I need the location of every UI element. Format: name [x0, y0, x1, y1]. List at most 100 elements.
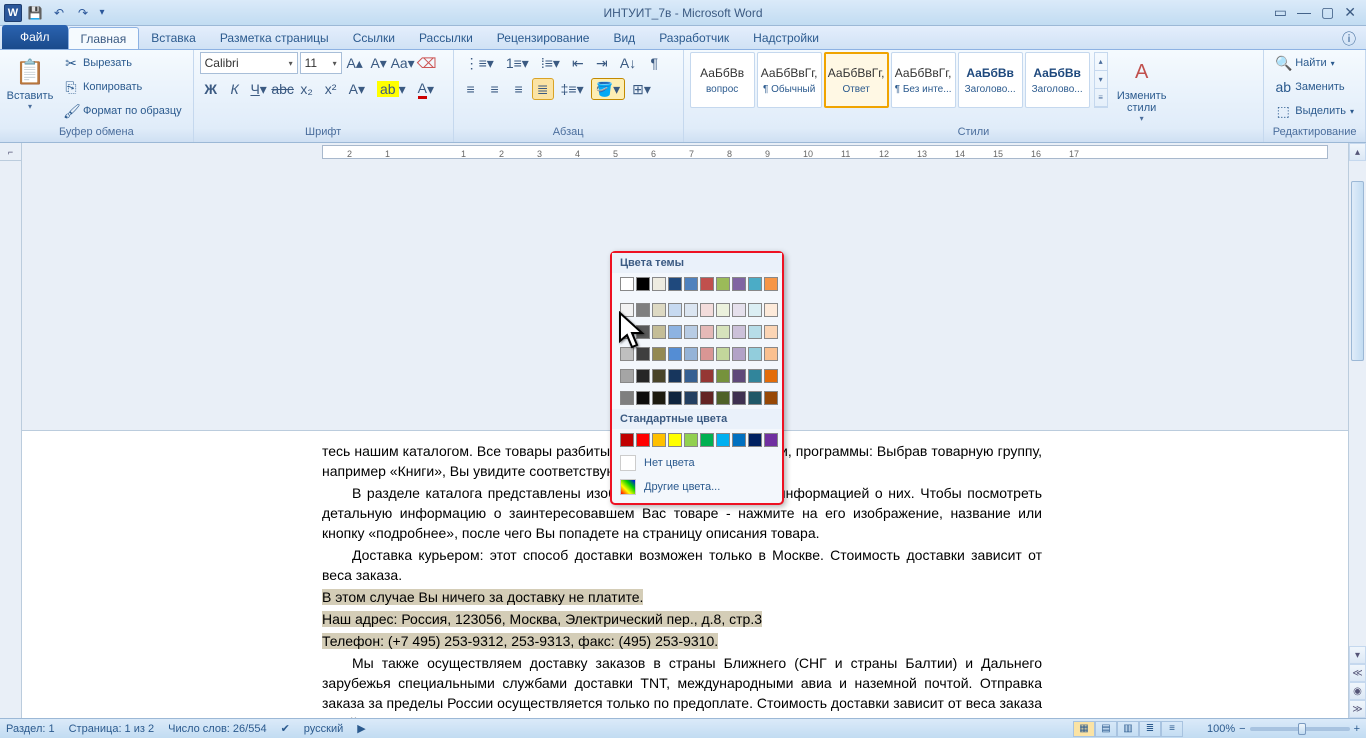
color-swatch[interactable]	[636, 325, 650, 339]
color-swatch[interactable]	[684, 347, 698, 361]
color-swatch[interactable]	[764, 303, 778, 317]
color-swatch[interactable]	[716, 277, 730, 291]
numbering-button[interactable]: 1≡▾	[501, 52, 534, 74]
color-swatch[interactable]	[620, 325, 634, 339]
zoom-level[interactable]: 100%	[1207, 723, 1235, 735]
tab-references[interactable]: Ссылки	[341, 27, 407, 49]
color-swatch[interactable]	[748, 277, 762, 291]
color-swatch[interactable]	[732, 277, 746, 291]
color-swatch[interactable]	[700, 347, 714, 361]
color-swatch[interactable]	[620, 277, 634, 291]
color-swatch[interactable]	[716, 347, 730, 361]
zoom-slider[interactable]	[1250, 727, 1350, 731]
multilevel-button[interactable]: ⁞≡▾	[536, 52, 565, 74]
tab-layout[interactable]: Разметка страницы	[208, 27, 341, 49]
color-swatch[interactable]	[764, 391, 778, 405]
color-swatch[interactable]	[636, 277, 650, 291]
color-swatch[interactable]	[748, 369, 762, 383]
status-language[interactable]: русский	[304, 723, 343, 735]
color-swatch[interactable]	[700, 369, 714, 383]
zoom-out-button[interactable]: −	[1239, 723, 1245, 735]
underline-button[interactable]: Ч▾	[248, 78, 270, 100]
copy-button[interactable]: ⎘Копировать	[58, 76, 187, 98]
text-effects-button[interactable]: A▾	[344, 78, 370, 100]
color-swatch[interactable]	[620, 433, 634, 447]
next-page-button[interactable]: ≫	[1349, 700, 1366, 718]
tab-home[interactable]: Главная	[68, 27, 140, 49]
vertical-scrollbar[interactable]: ▴ ▾ ≪ ◉ ≫	[1348, 143, 1366, 718]
format-painter-button[interactable]: 🖌Формат по образцу	[58, 100, 187, 122]
color-swatch[interactable]	[700, 391, 714, 405]
tab-addins[interactable]: Надстройки	[741, 27, 831, 49]
color-swatch[interactable]	[716, 391, 730, 405]
help-icon[interactable]: ⓘ	[1342, 29, 1356, 49]
color-swatch[interactable]	[700, 325, 714, 339]
maximize-button[interactable]: ▢	[1321, 4, 1334, 21]
style-item[interactable]: АаБбВвЗаголово...	[958, 52, 1023, 108]
line-spacing-button[interactable]: ‡≡▾	[556, 78, 589, 100]
color-swatch[interactable]	[748, 325, 762, 339]
style-item[interactable]: АаБбВвГг,¶ Без инте...	[891, 52, 956, 108]
shading-button[interactable]: 🪣▾	[591, 78, 625, 100]
color-swatch[interactable]	[732, 347, 746, 361]
color-swatch[interactable]	[684, 277, 698, 291]
color-swatch[interactable]	[684, 369, 698, 383]
color-swatch[interactable]	[732, 391, 746, 405]
prev-page-button[interactable]: ≪	[1349, 664, 1366, 682]
color-swatch[interactable]	[764, 277, 778, 291]
fullscreen-reading-view[interactable]: ▤	[1095, 721, 1117, 737]
color-swatch[interactable]	[652, 277, 666, 291]
scroll-track[interactable]	[1349, 161, 1366, 646]
scroll-thumb[interactable]	[1351, 181, 1364, 361]
select-button[interactable]: ⬚Выделить ▾	[1270, 100, 1359, 122]
draft-view[interactable]: ≡	[1161, 721, 1183, 737]
change-styles-button[interactable]: A Изменить стили ▾	[1112, 52, 1172, 123]
align-center-button[interactable]: ≡	[484, 78, 506, 100]
color-swatch[interactable]	[732, 369, 746, 383]
show-marks-button[interactable]: ¶	[643, 52, 665, 74]
browse-object-button[interactable]: ◉	[1349, 682, 1366, 700]
color-swatch[interactable]	[748, 303, 762, 317]
color-swatch[interactable]	[636, 347, 650, 361]
color-swatch[interactable]	[620, 391, 634, 405]
zoom-knob[interactable]	[1298, 723, 1306, 735]
color-swatch[interactable]	[716, 303, 730, 317]
style-gallery-scroll[interactable]: ▴▾≡	[1094, 52, 1108, 108]
bullets-button[interactable]: ⋮≡▾	[460, 52, 499, 74]
justify-button[interactable]: ≣	[532, 78, 554, 100]
minimize-button[interactable]: —	[1297, 4, 1311, 21]
color-swatch[interactable]	[684, 325, 698, 339]
color-swatch[interactable]	[652, 391, 666, 405]
cut-button[interactable]: ✂Вырезать	[58, 52, 187, 74]
font-name-combo[interactable]: Calibri▾	[200, 52, 298, 74]
status-section[interactable]: Раздел: 1	[6, 723, 55, 735]
find-button[interactable]: 🔍Найти ▾	[1270, 52, 1359, 74]
tab-mailings[interactable]: Рассылки	[407, 27, 485, 49]
color-swatch[interactable]	[668, 277, 682, 291]
color-swatch[interactable]	[636, 433, 650, 447]
clear-formatting-button[interactable]: ⌫	[416, 52, 438, 74]
color-swatch[interactable]	[716, 325, 730, 339]
color-swatch[interactable]	[684, 303, 698, 317]
color-swatch[interactable]	[748, 433, 762, 447]
align-left-button[interactable]: ≡	[460, 78, 482, 100]
tab-insert[interactable]: Вставка	[139, 27, 208, 49]
color-swatch[interactable]	[620, 347, 634, 361]
redo-button[interactable]: ↷	[72, 3, 94, 23]
color-swatch[interactable]	[732, 303, 746, 317]
style-item[interactable]: АаБбВввопрос	[690, 52, 755, 108]
scroll-down-button[interactable]: ▾	[1349, 646, 1366, 664]
file-tab[interactable]: Файл	[2, 25, 68, 49]
save-button[interactable]: 💾	[24, 3, 46, 23]
web-layout-view[interactable]: ▥	[1117, 721, 1139, 737]
color-swatch[interactable]	[620, 369, 634, 383]
superscript-button[interactable]: x²	[320, 78, 342, 100]
color-swatch[interactable]	[700, 303, 714, 317]
tab-view[interactable]: Вид	[601, 27, 647, 49]
color-swatch[interactable]	[684, 391, 698, 405]
zoom-in-button[interactable]: +	[1354, 723, 1360, 735]
subscript-button[interactable]: x₂	[296, 78, 318, 100]
proofing-icon[interactable]: ✔	[281, 722, 290, 735]
color-swatch[interactable]	[732, 433, 746, 447]
grow-font-button[interactable]: A▴	[344, 52, 366, 74]
